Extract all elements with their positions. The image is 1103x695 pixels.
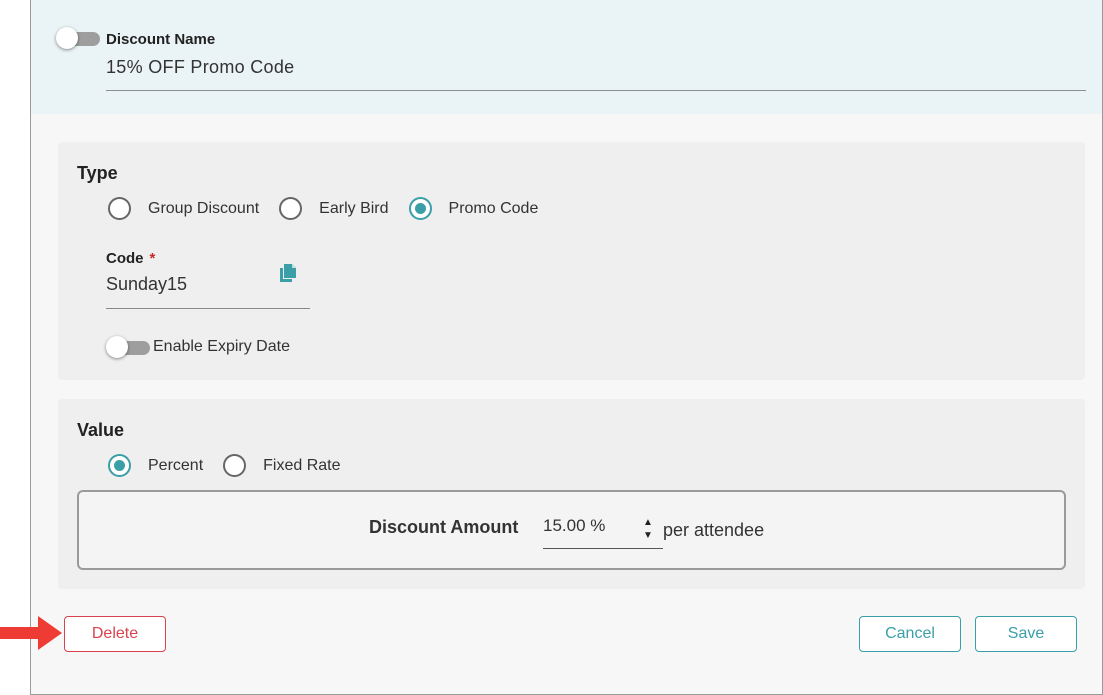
type-card: Type Group Discount Early Bird Promo Cod… bbox=[58, 142, 1085, 380]
discount-name-underline bbox=[106, 90, 1086, 91]
amount-spinner[interactable]: ▲ ▼ bbox=[642, 516, 654, 546]
type-section-title: Type bbox=[77, 163, 118, 183]
toggle-knob bbox=[56, 27, 78, 49]
save-button[interactable]: Save bbox=[975, 616, 1077, 652]
delete-button[interactable]: Delete bbox=[64, 616, 166, 652]
radio-fixed-rate[interactable] bbox=[223, 454, 247, 477]
spinner-down-icon[interactable]: ▼ bbox=[642, 529, 654, 542]
discount-amount-underline bbox=[543, 548, 663, 549]
red-arrow-icon bbox=[0, 616, 62, 650]
radio-group-discount[interactable] bbox=[108, 197, 131, 220]
radio-label-early-bird: Early Bird bbox=[319, 199, 389, 217]
radio-label-group-discount: Group Discount bbox=[148, 199, 260, 217]
type-radio-group: Group Discount Early Bird Promo Code bbox=[108, 197, 558, 220]
code-field-label: Code * bbox=[106, 250, 155, 267]
discount-editor-panel: Discount Name 15% OFF Promo Code Type Gr… bbox=[30, 0, 1103, 695]
discount-name-header: Discount Name 15% OFF Promo Code bbox=[31, 0, 1102, 114]
cancel-button[interactable]: Cancel bbox=[859, 616, 961, 652]
discount-name-input[interactable]: 15% OFF Promo Code bbox=[106, 57, 294, 78]
radio-label-fixed-rate: Fixed Rate bbox=[263, 456, 341, 474]
discount-amount-box: Discount Amount 15.00 % ▲ ▼ per attendee bbox=[77, 490, 1066, 570]
value-section-title: Value bbox=[77, 420, 125, 440]
copy-icon[interactable] bbox=[279, 263, 297, 283]
spinner-up-icon[interactable]: ▲ bbox=[642, 516, 654, 529]
discount-active-toggle[interactable] bbox=[56, 27, 100, 49]
radio-percent[interactable] bbox=[108, 454, 131, 477]
per-attendee-text: per attendee bbox=[663, 520, 765, 540]
expiry-date-label: Enable Expiry Date bbox=[153, 338, 290, 355]
expiry-date-toggle[interactable] bbox=[106, 336, 150, 358]
radio-promo-code[interactable] bbox=[408, 197, 432, 220]
radio-label-promo-code: Promo Code bbox=[448, 199, 539, 217]
discount-amount-input[interactable]: 15.00 % bbox=[543, 516, 605, 536]
toggle-knob bbox=[106, 336, 128, 358]
value-card: Value Percent Fixed Rate Discount Amount… bbox=[58, 399, 1085, 589]
code-label-text: Code bbox=[106, 250, 144, 267]
radio-early-bird[interactable] bbox=[279, 197, 303, 220]
discount-amount-label: Discount Amount bbox=[369, 517, 519, 537]
value-radio-group: Percent Fixed Rate bbox=[108, 454, 361, 477]
code-input[interactable]: Sunday15 bbox=[106, 274, 187, 295]
required-marker: * bbox=[149, 250, 156, 267]
discount-name-label: Discount Name bbox=[106, 31, 216, 48]
code-input-underline bbox=[106, 308, 310, 309]
radio-label-percent: Percent bbox=[148, 456, 204, 474]
